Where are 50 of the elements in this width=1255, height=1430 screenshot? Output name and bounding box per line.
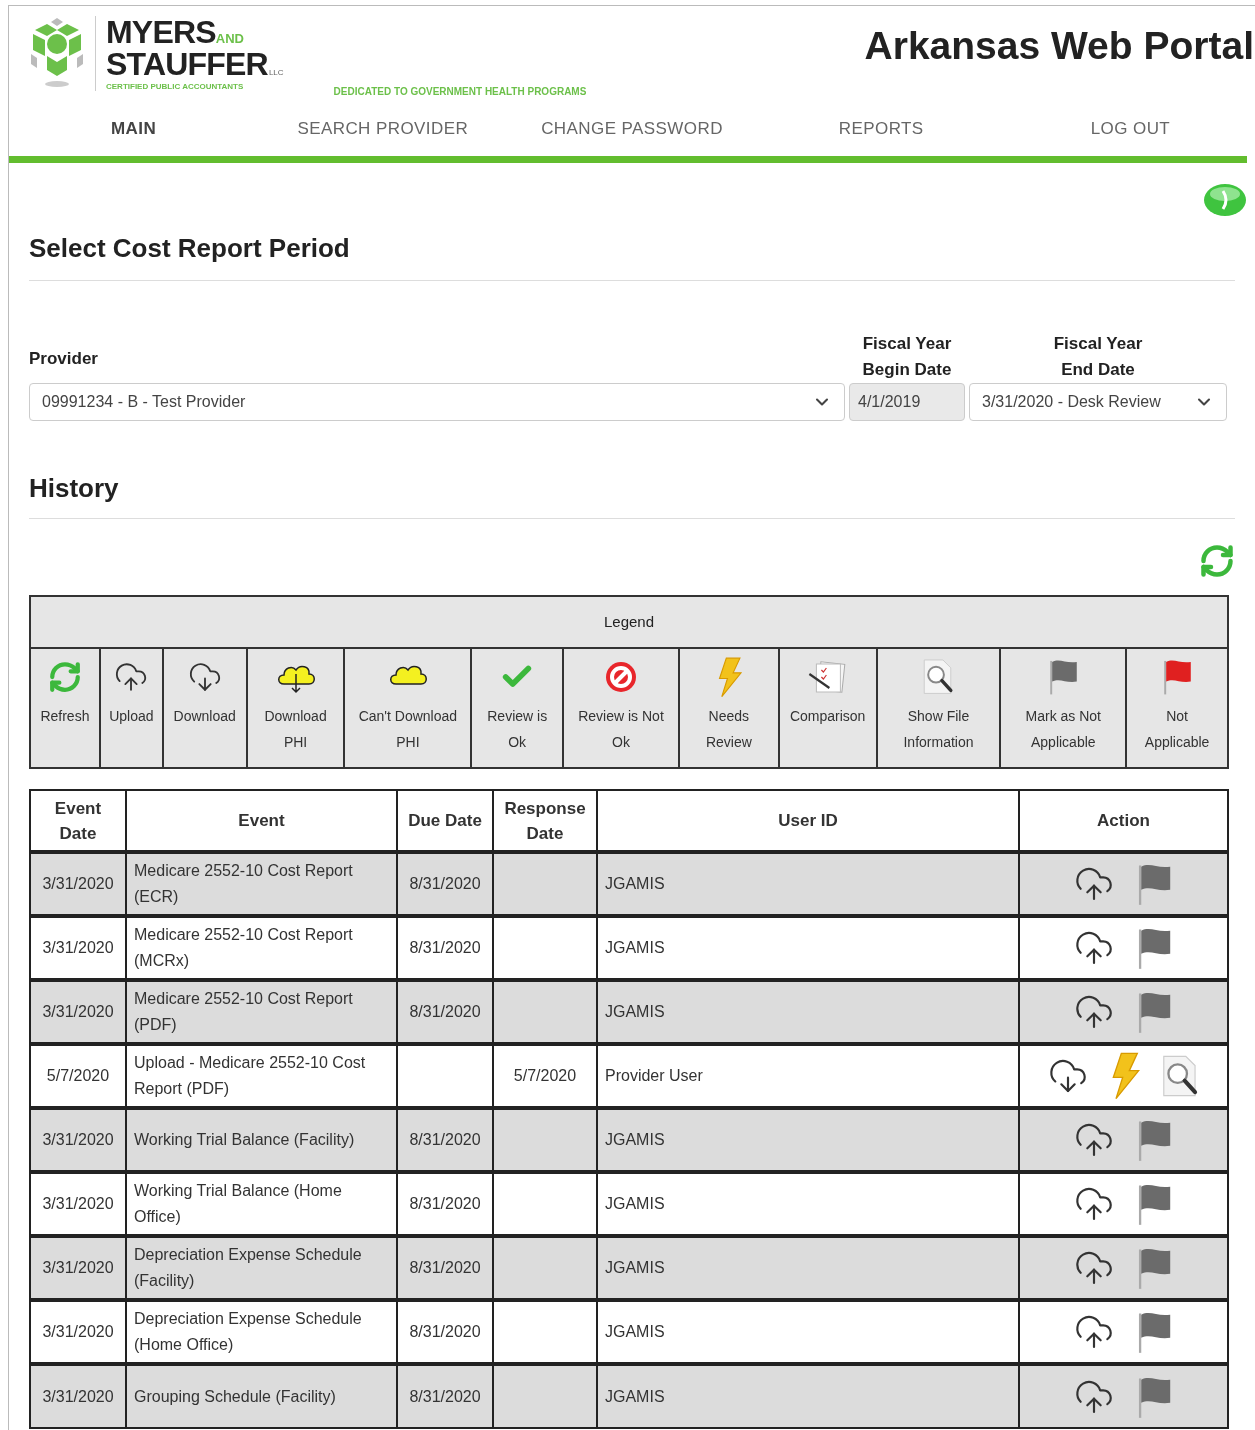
begin-date-field[interactable]: 4/1/2019 xyxy=(849,383,965,421)
section-title: Select Cost Report Period xyxy=(29,229,1235,281)
logo-text: AND xyxy=(215,32,244,45)
column-header: Event xyxy=(126,790,397,852)
column-header: Event Date xyxy=(30,790,126,852)
legend-label: Refresh xyxy=(40,707,90,726)
field-label: Fiscal Year End Date xyxy=(1053,333,1143,381)
portal-title: Arkansas Web Portal xyxy=(864,26,1254,65)
column-header: User ID xyxy=(597,790,1019,852)
nav-link[interactable]: SEARCH PROVIDER xyxy=(297,115,469,142)
logo-text: LLC xyxy=(268,69,284,77)
nav-link[interactable]: CHANGE PASSWORD xyxy=(541,115,723,142)
prohibited-icon xyxy=(604,660,638,694)
column-header: Due Date xyxy=(397,790,493,852)
provider-select[interactable]: 09991234 - B - Test Provider xyxy=(29,383,845,421)
column-header: Action xyxy=(1019,790,1228,852)
table-cell: JGAMIS xyxy=(597,1364,1019,1428)
legend-label: Comparison xyxy=(789,707,866,726)
legend-label: Review is Not Ok xyxy=(578,707,664,752)
logo-cubes-icon xyxy=(29,16,85,90)
logo-text: MYERS xyxy=(106,16,216,48)
legend-label: Review is Ok xyxy=(487,707,548,752)
legend-label: Can't Download PHI xyxy=(358,707,458,752)
download-cloud-icon xyxy=(187,660,222,694)
nav-link[interactable]: MAIN xyxy=(111,115,157,142)
slogan: DEDICATED TO GOVERNMENT HEALTH PROGRAMS xyxy=(333,85,587,99)
legend-title: Legend xyxy=(31,597,1227,649)
field-label: Fiscal Year Begin Date xyxy=(862,333,952,381)
legend-label: Not Applicable xyxy=(1144,707,1210,752)
file-magnifier-icon xyxy=(921,658,956,696)
legend-label: Download xyxy=(173,707,236,726)
end-date-select[interactable]: 3/31/2020 - Desk Review xyxy=(969,383,1227,421)
field-label: Provider xyxy=(29,347,99,370)
legend-label: Download PHI xyxy=(264,707,327,752)
table-cell: Grouping Schedule (Facility) xyxy=(126,1364,397,1428)
legend-label: Needs Review xyxy=(705,707,752,752)
phone-icon[interactable] xyxy=(1203,183,1247,217)
table-cell: 8/31/2020 xyxy=(397,1364,493,1428)
refresh-icon xyxy=(47,660,82,694)
column-header: Response Date xyxy=(493,790,597,852)
table-cell: 3/31/2020 xyxy=(30,1364,126,1428)
logo-tagline: CERTIFIED PUBLIC ACCOUNTANTS xyxy=(106,83,245,91)
nav-link[interactable]: REPORTS xyxy=(838,115,924,142)
section-title: History xyxy=(29,469,1235,519)
nav-link[interactable]: LOG OUT xyxy=(1090,115,1171,142)
legend-label: Mark as Not Applicable xyxy=(1025,707,1101,752)
logo-text: STAUFFER xyxy=(106,48,268,80)
legend-label: Upload xyxy=(109,707,154,726)
refresh-icon[interactable] xyxy=(1199,543,1235,579)
legend-label: Show File Information xyxy=(903,707,974,752)
